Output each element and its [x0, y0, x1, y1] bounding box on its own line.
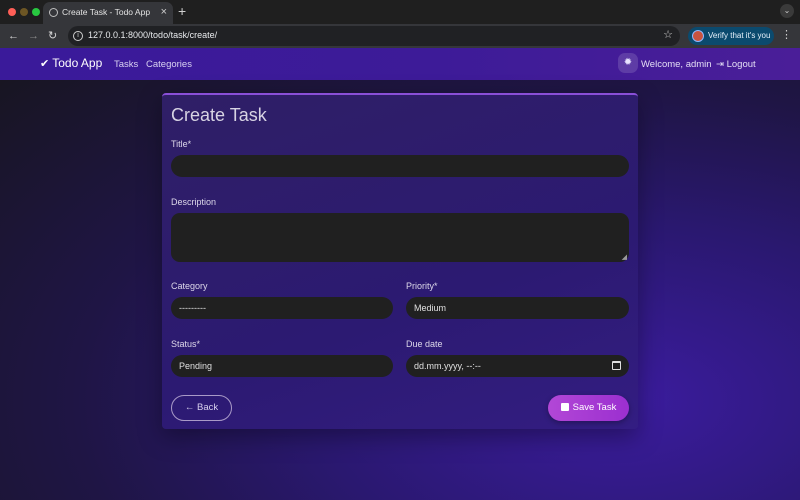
due-date-label: Due date: [406, 339, 443, 349]
description-textarea[interactable]: ◢: [171, 213, 629, 262]
page-title: Create Task: [171, 105, 267, 125]
category-label: Category: [171, 281, 208, 291]
app-viewport: ✔ Todo App Tasks Categories ✹ Welcome, ad…: [0, 48, 800, 500]
logout-icon: ⇥: [716, 59, 724, 70]
description-label: Description: [171, 197, 217, 207]
title-label: Title*: [171, 139, 192, 149]
calendar-icon[interactable]: [612, 361, 621, 370]
profile-avatar: [692, 30, 704, 42]
forward-arrow-icon[interactable]: →: [28, 28, 39, 44]
tab-title: Create Task - Todo App: [62, 7, 151, 17]
verify-identity-button[interactable]: Verify that it's you: [688, 27, 774, 45]
globe-icon: [49, 8, 58, 17]
due-date-placeholder: dd.mm.yyyy, --:--: [414, 361, 481, 371]
check-double-icon: ✔: [40, 58, 50, 70]
browser-menu-icon[interactable]: ⋮: [781, 28, 792, 41]
tab-close-icon[interactable]: ×: [161, 5, 167, 19]
site-info-icon[interactable]: i: [73, 31, 83, 41]
back-button-label: Back: [197, 402, 219, 413]
back-arrow-icon[interactable]: ←: [8, 28, 19, 44]
theme-toggle-icon[interactable]: ✹: [618, 53, 638, 73]
browser-toolbar: ← → ↻ i 127.0.0.1:8000/todo/task/create/…: [0, 24, 800, 48]
back-button[interactable]: ← Back: [171, 395, 232, 421]
arrow-left-icon: ←: [184, 402, 195, 413]
minimize-window-icon[interactable]: [20, 8, 28, 16]
browser-tab-bar: Create Task - Todo App × + ⌄: [0, 0, 800, 24]
logout-label: Logout: [726, 59, 756, 70]
nav-link-categories[interactable]: Categories: [146, 59, 192, 70]
new-tab-icon[interactable]: +: [178, 3, 186, 19]
reload-icon[interactable]: ↻: [48, 28, 57, 44]
status-label: Status*: [171, 339, 201, 349]
nav-link-tasks[interactable]: Tasks: [114, 59, 138, 70]
priority-label: Priority*: [406, 281, 438, 291]
bookmark-star-icon[interactable]: ☆: [663, 28, 673, 41]
address-bar[interactable]: i 127.0.0.1:8000/todo/task/create/ ☆: [68, 26, 680, 46]
create-task-card: Create Task Title* Description ◢ Categor…: [162, 93, 638, 429]
status-select[interactable]: Pending: [171, 355, 393, 377]
app-navbar: ✔ Todo App Tasks Categories ✹ Welcome, ad…: [0, 48, 800, 80]
browser-tab[interactable]: Create Task - Todo App ×: [43, 2, 173, 24]
save-task-button[interactable]: Save Task: [548, 395, 629, 421]
maximize-window-icon[interactable]: [32, 8, 40, 16]
logout-link[interactable]: ⇥ Logout: [716, 59, 756, 70]
close-window-icon[interactable]: [8, 8, 16, 16]
url-text[interactable]: 127.0.0.1:8000/todo/task/create/: [88, 30, 217, 40]
brand-link[interactable]: ✔ Todo App: [40, 56, 102, 70]
due-date-input[interactable]: dd.mm.yyyy, --:--: [406, 355, 629, 377]
resize-handle-icon[interactable]: ◢: [622, 253, 627, 261]
category-select[interactable]: ---------: [171, 297, 393, 319]
verify-label: Verify that it's you: [708, 31, 771, 40]
save-icon: [560, 403, 569, 411]
save-button-label: Save Task: [572, 402, 617, 413]
brand-label: Todo App: [52, 56, 103, 70]
tab-search-icon[interactable]: ⌄: [780, 4, 794, 18]
title-input[interactable]: [171, 155, 629, 177]
priority-select[interactable]: Medium: [406, 297, 629, 319]
welcome-text: Welcome, admin: [641, 59, 712, 70]
